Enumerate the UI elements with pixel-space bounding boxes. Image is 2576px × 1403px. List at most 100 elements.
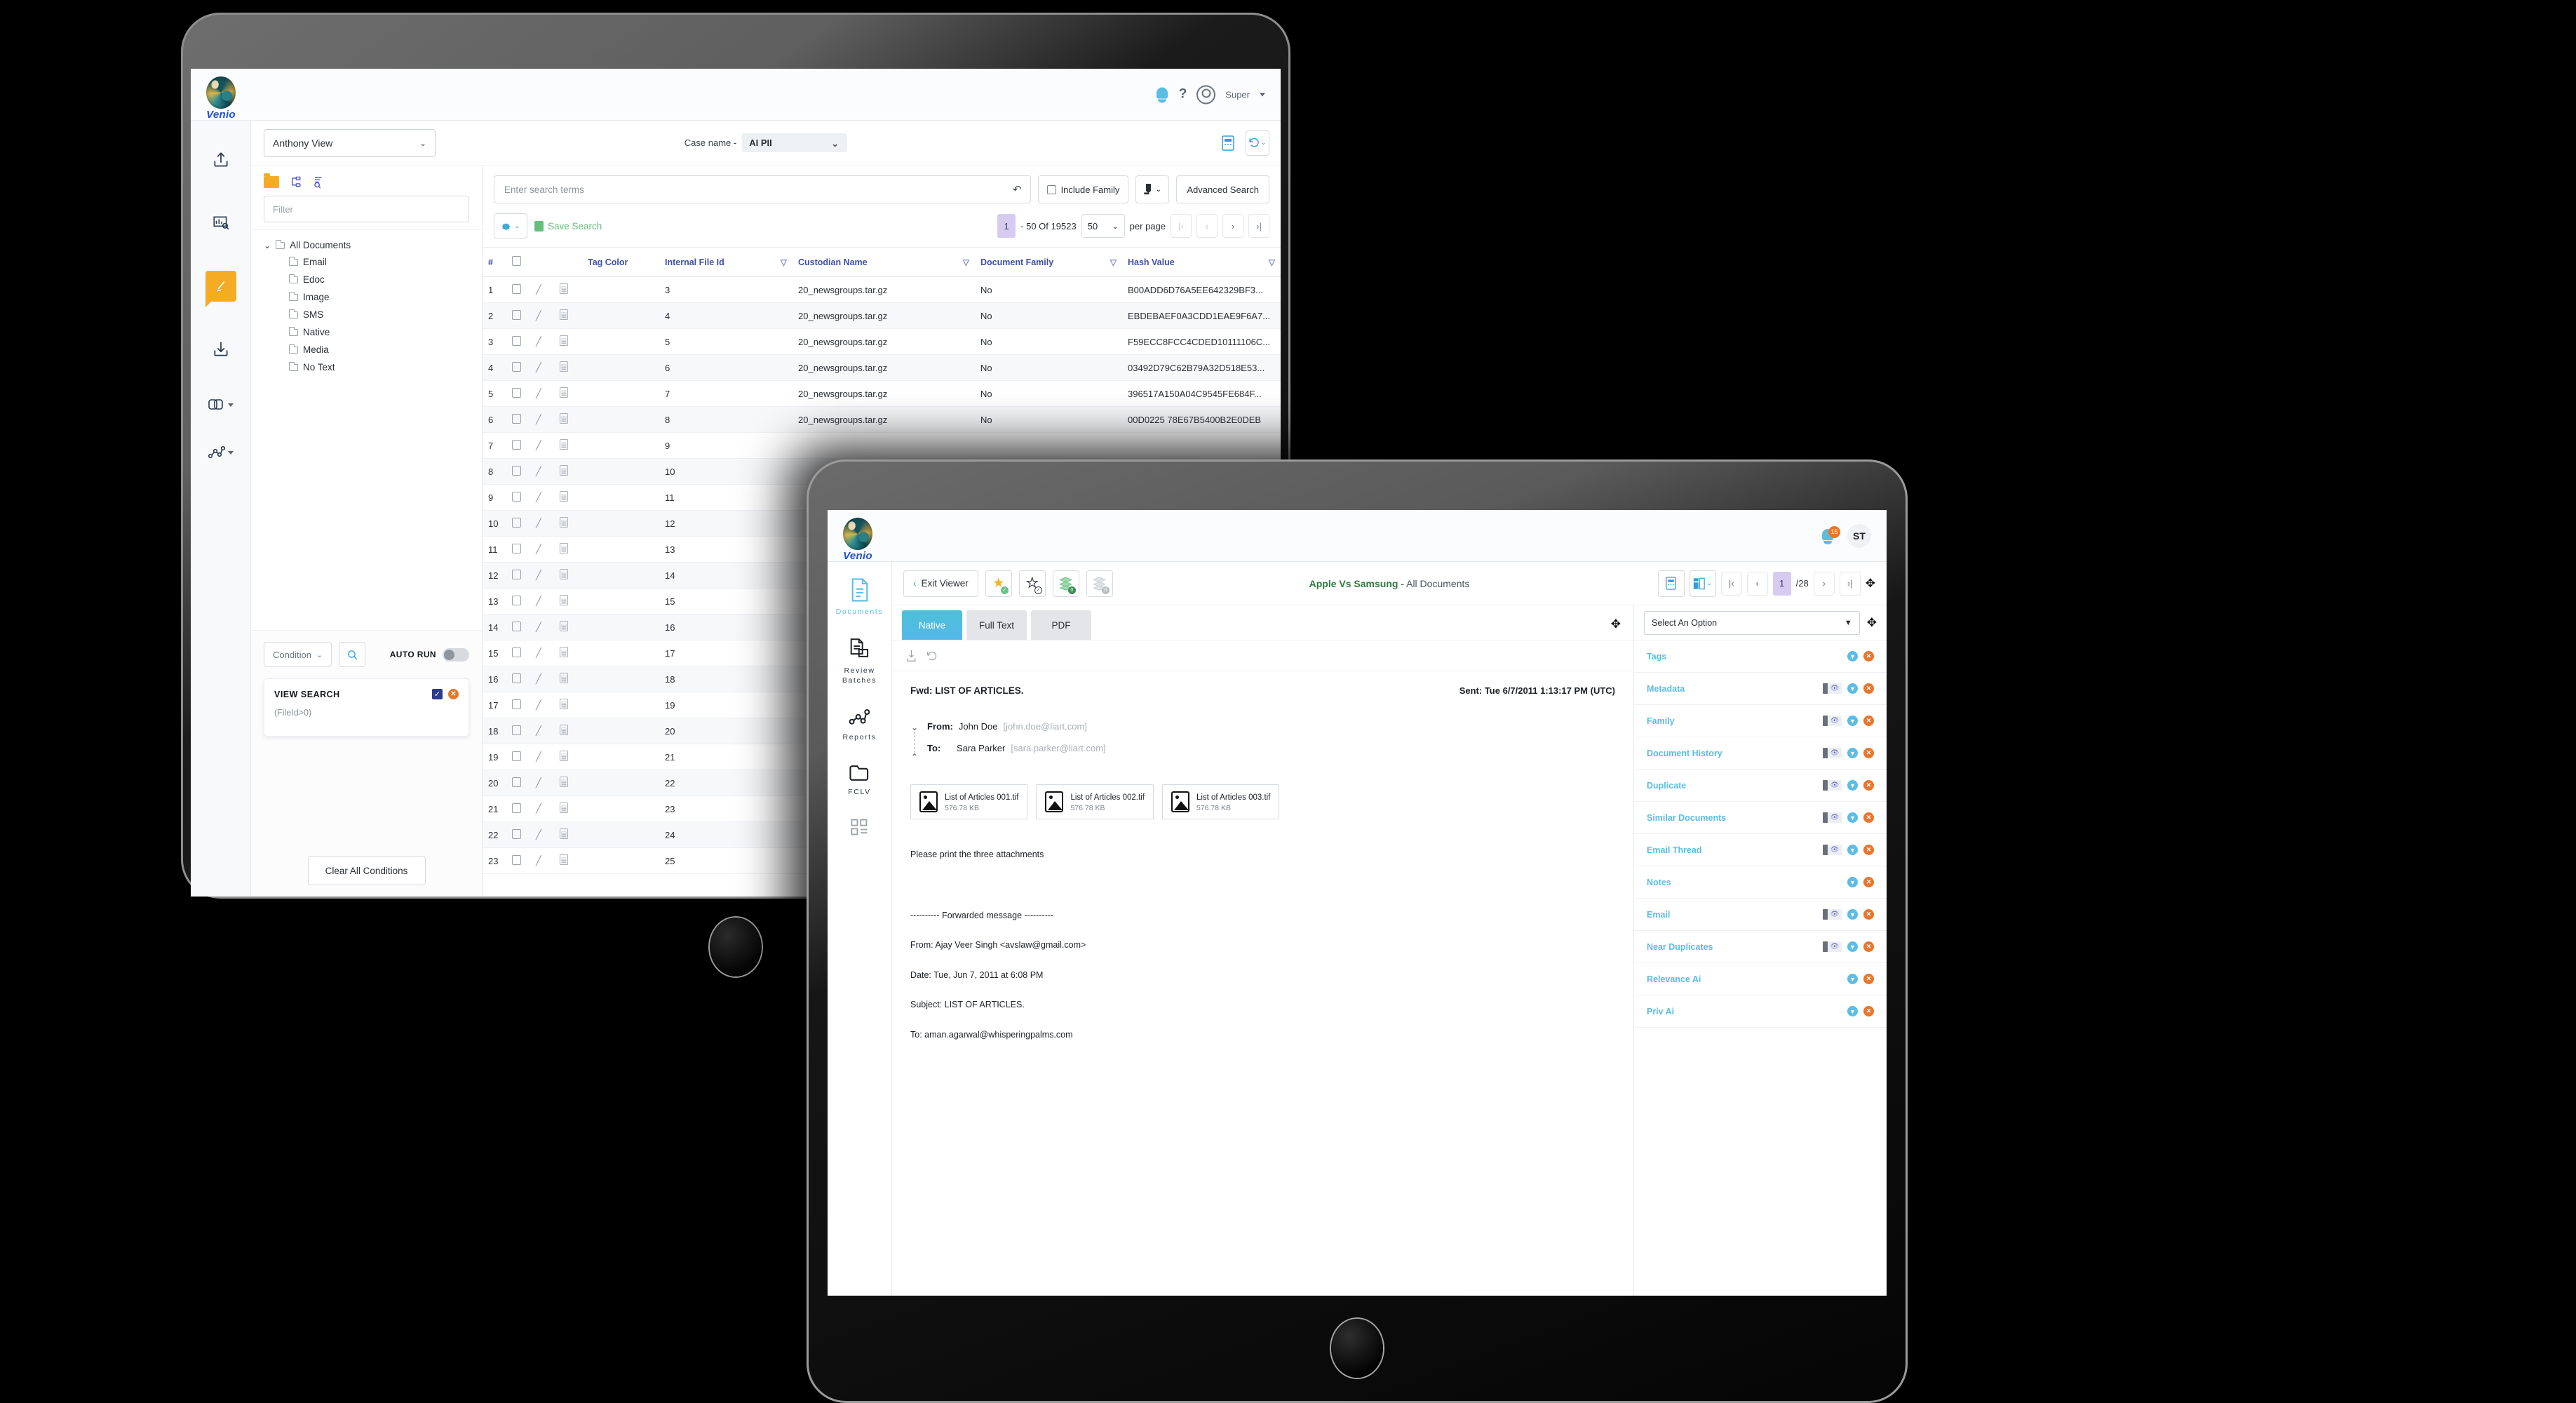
front-brand[interactable]: Venio — [828, 518, 888, 562]
home-button[interactable] — [710, 918, 762, 976]
side-panel-item-similar-documents[interactable]: Similar Documents 👁 ▼ ✕ — [1634, 802, 1887, 834]
cell-edit[interactable]: ╱ — [530, 796, 554, 822]
filter-input[interactable]: Filter — [264, 196, 469, 222]
cell-edit[interactable]: ╱ — [530, 458, 554, 485]
chevron-down-icon[interactable]: ▼ — [1847, 877, 1858, 887]
cell-edit[interactable]: ╱ — [530, 640, 554, 666]
tree-node-no-text[interactable]: No Text — [264, 358, 482, 376]
advanced-search-button[interactable]: Advanced Search — [1176, 175, 1269, 203]
cell-select[interactable] — [506, 847, 530, 874]
cell-select[interactable] — [506, 692, 530, 718]
close-icon[interactable]: ✕ — [1863, 845, 1874, 855]
cell-doc[interactable] — [554, 302, 582, 329]
close-icon[interactable]: ✕ — [1863, 716, 1874, 726]
cell-doc[interactable] — [554, 718, 582, 744]
attachment-item[interactable]: List of Articles 002.tif 576.78 KB — [1036, 784, 1154, 819]
table-row[interactable]: 2 ╱ 4 20_newsgroups.tar.gz No EBDEBAEF0A3CDD1… — [483, 302, 1281, 329]
tree-node-native[interactable]: Native — [264, 323, 482, 341]
chevron-down-icon[interactable]: ▼ — [1847, 941, 1858, 952]
cell-edit[interactable]: ╱ — [530, 666, 554, 692]
cell-doc[interactable] — [554, 484, 582, 511]
stack-green-icon[interactable]: 0 — [1052, 570, 1079, 597]
cell-select[interactable] — [506, 536, 530, 563]
next-page-button[interactable]: › — [1222, 214, 1243, 238]
last-doc-button[interactable]: ›| — [1839, 571, 1861, 596]
stack-grey-icon[interactable]: 0 — [1086, 570, 1113, 597]
tree-node-image[interactable]: Image — [264, 288, 482, 306]
close-icon[interactable]: ✕ — [1863, 651, 1874, 662]
refresh-icon[interactable] — [926, 650, 938, 662]
cell-select[interactable] — [506, 744, 530, 770]
close-icon[interactable]: ✕ — [1863, 941, 1874, 952]
table-row[interactable]: 4 ╱ 6 20_newsgroups.tar.gz No 03492D79C62B79A… — [483, 354, 1281, 381]
cell-doc[interactable] — [554, 770, 582, 796]
close-icon[interactable]: ✕ — [1863, 909, 1874, 920]
doc-page-number[interactable]: 1 — [1772, 571, 1791, 596]
cell-select[interactable] — [506, 354, 530, 381]
cell-doc[interactable] — [554, 354, 582, 381]
cell-doc[interactable] — [554, 510, 582, 537]
cell-doc[interactable] — [554, 380, 582, 407]
cell-select[interactable] — [506, 666, 530, 692]
cell-select[interactable] — [506, 380, 530, 407]
close-icon[interactable]: ✕ — [1863, 1006, 1874, 1016]
filter-icon[interactable]: ▽ — [781, 257, 787, 267]
cell-edit[interactable]: ╱ — [530, 536, 554, 563]
eye-toggle[interactable]: 👁 — [1823, 716, 1842, 726]
expand-icon[interactable]: ✥ — [1611, 617, 1621, 631]
col-select-all[interactable] — [506, 248, 530, 277]
keyboard-icon[interactable] — [1216, 130, 1240, 156]
chevron-down-icon[interactable]: ▼ — [1847, 780, 1858, 791]
cell-edit[interactable]: ╱ — [530, 847, 554, 874]
home-button[interactable] — [1331, 1319, 1383, 1378]
side-panel-item-near-duplicates[interactable]: Near Duplicates 👁 ▼ ✕ — [1634, 931, 1887, 963]
chevron-down-icon[interactable]: ▼ — [1847, 845, 1858, 855]
cell-doc[interactable] — [554, 588, 582, 615]
cell-select[interactable] — [506, 406, 530, 433]
attachment-item[interactable]: List of Articles 001.tif 576.78 KB — [910, 784, 1028, 819]
reports-icon-group[interactable] — [208, 445, 234, 460]
view-select[interactable]: Anthony View ⌄ — [264, 128, 436, 157]
cell-doc[interactable] — [554, 328, 582, 355]
table-row[interactable]: 7 ╱ 9 — [483, 432, 1281, 459]
chevron-down-icon[interactable]: ▼ — [1847, 909, 1858, 920]
cell-doc[interactable] — [554, 432, 582, 459]
table-row[interactable]: 6 ╱ 8 20_newsgroups.tar.gz No 00D0225 78E67B5… — [483, 406, 1281, 433]
reset-icon[interactable]: ↶ — [1013, 183, 1022, 196]
cell-edit[interactable]: ╱ — [530, 432, 554, 459]
clear-all-conditions-button[interactable]: Clear All Conditions — [307, 856, 426, 885]
cell-select[interactable] — [506, 432, 530, 459]
cell-edit[interactable]: ╱ — [530, 328, 554, 355]
exit-viewer-button[interactable]: ‹ Exit Viewer — [903, 570, 978, 597]
first-doc-button[interactable]: |‹ — [1720, 571, 1742, 596]
include-family-checkbox[interactable]: Include Family — [1037, 175, 1129, 203]
prev-page-button[interactable]: ‹ — [1196, 214, 1218, 238]
close-icon[interactable]: ✕ — [1863, 683, 1874, 694]
expand-icon[interactable]: ✥ — [1867, 616, 1877, 630]
cell-select[interactable] — [506, 276, 530, 303]
download-icon[interactable] — [205, 334, 236, 365]
cell-doc[interactable] — [554, 458, 582, 485]
chevron-down-icon[interactable]: ▼ — [1847, 974, 1858, 984]
tree-node-sms[interactable]: SMS — [264, 306, 482, 323]
select-an-option-dropdown[interactable]: Select An Option ▼ — [1644, 610, 1860, 635]
cell-edit[interactable]: ╱ — [530, 744, 554, 770]
side-panel-item-document-history[interactable]: Document History 👁 ▼ ✕ — [1634, 737, 1887, 770]
side-panel-item-priv-ai[interactable]: Priv Ai ▼ ✕ — [1634, 995, 1887, 1028]
condition-search-button[interactable] — [339, 642, 366, 667]
cell-select[interactable] — [506, 770, 530, 796]
side-panel-item-duplicate[interactable]: Duplicate 👁 ▼ ✕ — [1634, 770, 1887, 802]
bell-icon[interactable] — [1155, 86, 1169, 103]
back-brand[interactable]: Venio — [191, 76, 251, 121]
filter-icon[interactable]: ▽ — [963, 257, 969, 267]
attachment-item[interactable]: List of Articles 003.tif 576.78 KB — [1161, 784, 1280, 819]
tree-node-all-documents[interactable]: ⌄ All Documents — [264, 237, 482, 253]
side-panel-item-relevance-ai[interactable]: Relevance Ai ▼ ✕ — [1634, 963, 1887, 995]
page-number[interactable]: 1 — [997, 214, 1016, 238]
cell-select[interactable] — [506, 588, 530, 615]
autorun-control[interactable]: AUTO RUN — [390, 647, 469, 662]
table-row[interactable]: 5 ╱ 7 20_newsgroups.tar.gz No 396517A150A04C9… — [483, 380, 1281, 407]
grid-settings-button[interactable]: ⌄ — [494, 213, 527, 239]
eye-toggle[interactable]: 👁 — [1823, 941, 1842, 952]
cell-doc[interactable] — [554, 821, 582, 848]
